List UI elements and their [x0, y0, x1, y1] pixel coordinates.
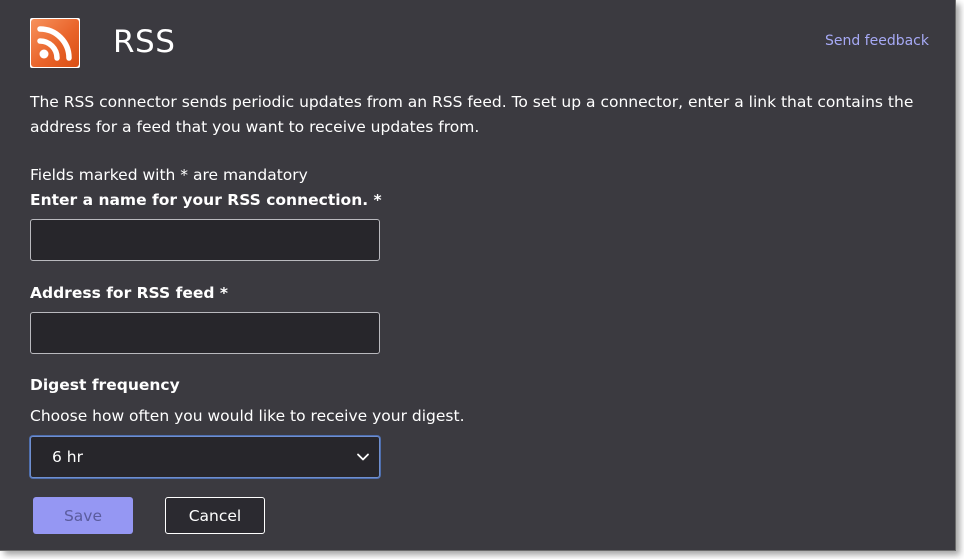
- chevron-down-icon: [356, 450, 370, 464]
- cancel-button[interactable]: Cancel: [165, 497, 265, 534]
- connection-name-input[interactable]: [30, 219, 380, 261]
- page-title: RSS: [113, 24, 176, 60]
- feed-address-label: Address for RSS feed *: [30, 284, 228, 302]
- rss-logo: [30, 18, 80, 68]
- digest-frequency-select[interactable]: 6 hr: [30, 436, 380, 478]
- save-button[interactable]: Save: [33, 497, 133, 534]
- digest-helper-text: Choose how often you would like to recei…: [30, 407, 465, 425]
- digest-selected-value: 6 hr: [52, 448, 83, 466]
- rss-icon: [31, 19, 79, 67]
- rss-connector-dialog: RSS Send feedback The RSS connector send…: [0, 0, 956, 551]
- mandatory-note: Fields marked with * are mandatory: [30, 166, 308, 184]
- feed-address-input[interactable]: [30, 312, 380, 354]
- send-feedback-link[interactable]: Send feedback: [825, 33, 929, 49]
- connection-name-label: Enter a name for your RSS connection. *: [30, 191, 382, 209]
- digest-frequency-label: Digest frequency: [30, 376, 180, 394]
- connector-description: The RSS connector sends periodic updates…: [30, 93, 914, 136]
